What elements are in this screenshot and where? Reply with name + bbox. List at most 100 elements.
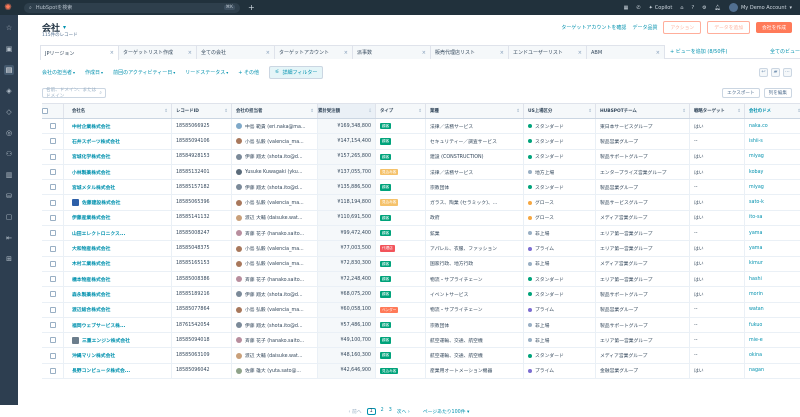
row-checkbox[interactable] [49, 260, 56, 267]
company-name-link[interactable]: 福岡ウェブサービス株... [72, 322, 125, 329]
close-icon[interactable]: × [578, 50, 582, 56]
help-icon[interactable]: ? [691, 5, 694, 11]
phone-icon[interactable]: ✆ [636, 5, 640, 11]
domain-link[interactable]: sato-k [745, 195, 800, 209]
marketing-icon[interactable]: ◈ [4, 86, 14, 96]
record-id-header[interactable]: レコードID ⇕ [172, 104, 232, 118]
tab-view[interactable]: JPリージョン × [40, 45, 119, 60]
sort-icon[interactable]: ⇕ [588, 109, 592, 114]
sort-icon[interactable]: ⇕ [516, 109, 520, 114]
global-search-input[interactable]: ⌕ HubSpotを検索 ⌘K [24, 2, 240, 13]
next-page-button[interactable]: 次へ › [397, 408, 410, 415]
owner-header[interactable]: 会社の担当者 ⇕ [232, 104, 318, 118]
all-views-button[interactable]: 全てのビュー [770, 45, 800, 58]
domain-link[interactable]: morin [745, 287, 800, 301]
page-number-button[interactable]: 3 [389, 408, 392, 415]
company-name-link[interactable]: 佐藤建設株式会社 [82, 199, 120, 206]
view-options-icon[interactable]: ⋯ [783, 67, 792, 77]
back-icon[interactable]: ↩ [759, 67, 768, 77]
sales-icon[interactable]: ◇ [4, 107, 14, 117]
row-checkbox[interactable] [49, 214, 56, 221]
domain-link[interactable]: mie-e [745, 333, 800, 347]
row-checkbox[interactable] [49, 306, 56, 313]
domain-link[interactable]: kobay [745, 165, 800, 179]
sort-icon[interactable]: ⇩ [368, 109, 372, 114]
row-checkbox[interactable] [49, 322, 56, 328]
tab-view[interactable]: ターゲットリスト作成 × [118, 45, 197, 59]
service-icon[interactable]: ◎ [4, 128, 14, 138]
close-icon[interactable]: × [500, 50, 504, 56]
company-name-link[interactable]: 長野コンピュータ株式会... [72, 367, 130, 374]
notifications-bell-icon[interactable]: 🔔︎ [715, 5, 721, 11]
close-icon[interactable]: × [266, 50, 270, 56]
domain-link[interactable]: fukuo [745, 318, 800, 332]
company-name-link[interactable]: 森永製薬株式会社 [72, 291, 110, 298]
data-quality-link[interactable]: データ品質 [632, 24, 657, 31]
domain-link[interactable]: nagan [745, 364, 800, 378]
company-name-link[interactable]: 宮城化学株式会社 [72, 153, 110, 160]
hubspot-logo-icon[interactable]: ✺ [0, 0, 16, 15]
collapse-sidebar-icon[interactable]: ⇤ [4, 233, 14, 243]
library-icon[interactable]: ▢ [4, 212, 14, 222]
tab-view[interactable]: エンドユーザーリスト × [508, 45, 587, 59]
marketplace-icon[interactable]: ⌂ [680, 5, 683, 11]
company-name-link[interactable]: 渡辺総合株式会社 [72, 306, 110, 313]
add-view-button[interactable]: + ビューを追加 (8/50件) [664, 45, 728, 58]
page-number-button[interactable]: 1 [366, 407, 376, 415]
row-checkbox[interactable] [49, 138, 56, 145]
tab-view[interactable]: ターゲットアカウント × [274, 45, 353, 59]
tab-view[interactable]: 販売代理店リスト × [430, 45, 509, 59]
row-checkbox[interactable] [49, 367, 56, 374]
copilot-button[interactable]: ✦ Copilot [649, 5, 673, 11]
company-name-link[interactable]: 木村工業株式会社 [72, 260, 110, 267]
domain-link[interactable]: naka.co [745, 119, 800, 133]
sort-icon[interactable]: ⇕ [737, 109, 741, 114]
company-name-link[interactable]: 山田エレクトロニクス... [72, 230, 125, 237]
prev-page-button[interactable]: ‹ 前へ [349, 408, 362, 415]
export-button[interactable]: エクスポート [722, 88, 760, 98]
company-name-link[interactable]: 三重エンジン株式会社 [82, 337, 130, 344]
domain-link[interactable]: miyag [745, 180, 800, 194]
contacts-icon[interactable]: ▤ [4, 65, 14, 75]
filter-dropdown[interactable]: + その他 [238, 69, 259, 76]
actions-button[interactable]: アクション [663, 21, 702, 34]
domain-link[interactable]: watan [745, 303, 800, 317]
dashboard-icon[interactable]: ▣ [4, 44, 14, 54]
edit-columns-button[interactable]: 列を編集 [763, 88, 792, 98]
row-checkbox[interactable] [49, 291, 56, 298]
per-page-select[interactable]: ページあたり100件 ▾ [423, 408, 470, 415]
row-checkbox[interactable] [49, 199, 56, 206]
company-name-link[interactable]: 石井スポーツ株式会社 [72, 138, 120, 145]
close-icon[interactable]: × [344, 50, 348, 56]
sort-icon[interactable]: ⇕ [418, 109, 422, 114]
amount-header[interactable]: 累計受注額 ⇩ [318, 104, 376, 118]
company-name-link[interactable]: 伊藤産業株式会社 [72, 214, 110, 221]
data-icon[interactable]: ⛁ [4, 191, 14, 201]
industry-header[interactable]: 業種 ⇕ [426, 104, 524, 118]
tab-view[interactable]: 派事数 × [352, 45, 431, 59]
domain-link[interactable]: hashi [745, 272, 800, 286]
domain-link[interactable]: kimur [745, 257, 800, 271]
row-checkbox[interactable] [49, 123, 56, 130]
tab-view[interactable]: 全ての会社 × [196, 45, 275, 59]
reporting-icon[interactable]: ▥ [4, 170, 14, 180]
tab-view[interactable]: ABM × [586, 45, 665, 59]
sort-icon[interactable]: ⇕ [682, 109, 686, 114]
company-name-header[interactable]: 会社名 ⇕ [64, 104, 172, 118]
domain-link[interactable]: yama [745, 226, 800, 240]
company-name-link[interactable]: 中村企業株式会社 [72, 123, 110, 130]
sort-icon[interactable]: ⇕ [224, 109, 228, 114]
domain-link[interactable]: okina [745, 348, 800, 362]
listing-class-header[interactable]: US上場区分 ⇕ [524, 104, 596, 118]
type-header[interactable]: タイプ ⇕ [376, 104, 426, 118]
select-all-checkbox[interactable] [42, 108, 48, 114]
row-checkbox[interactable] [49, 153, 56, 160]
filter-dropdown[interactable]: 作成日 ▾ [85, 69, 103, 76]
domain-link[interactable]: yama [745, 241, 800, 255]
close-icon[interactable]: × [110, 50, 114, 56]
apps-icon[interactable]: ⊞ [4, 254, 14, 264]
save-view-icon[interactable]: ▰ [771, 67, 780, 77]
grid-icon[interactable]: ▦ [624, 5, 629, 11]
row-checkbox[interactable] [49, 184, 56, 191]
row-checkbox[interactable] [49, 169, 56, 176]
